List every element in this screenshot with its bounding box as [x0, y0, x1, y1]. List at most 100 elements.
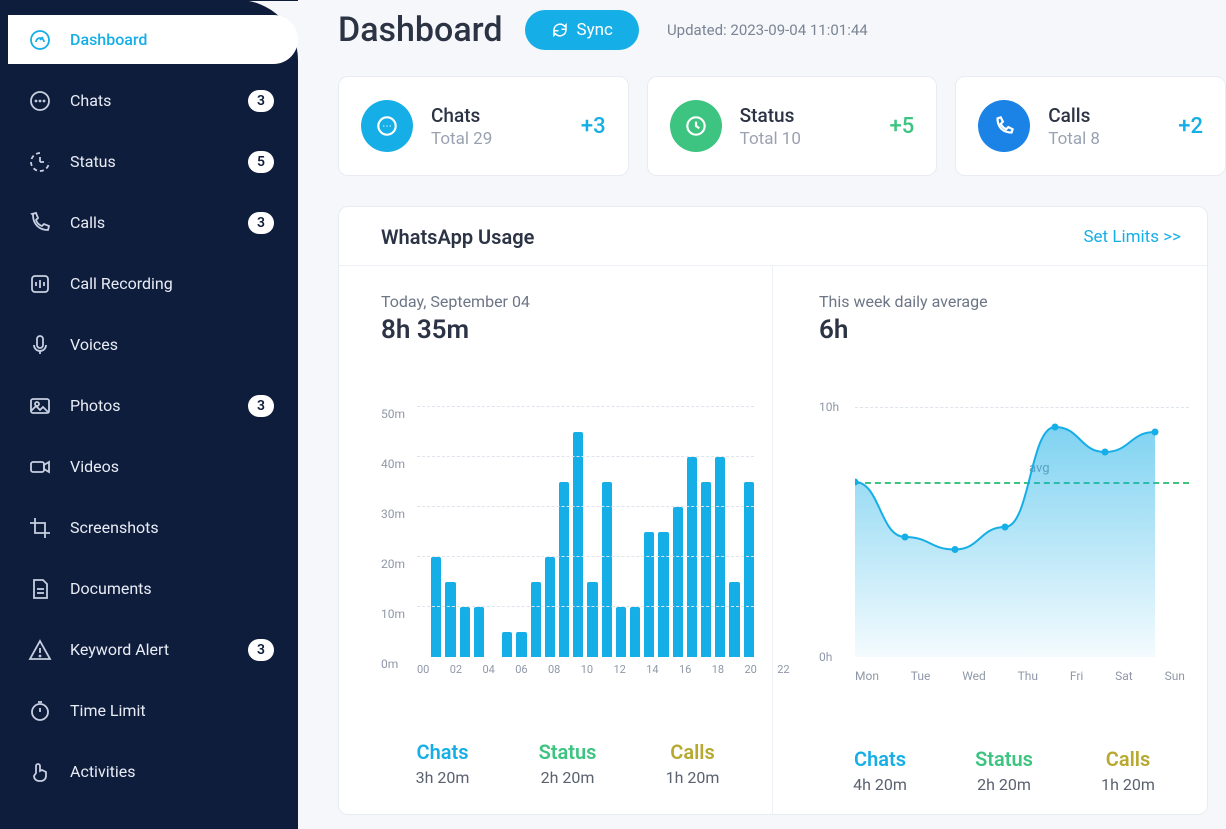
week-summaries: Chats4h 20mStatus2h 20mCalls1h 20m [819, 747, 1189, 794]
sidebar-item-label: Photos [70, 396, 121, 415]
bar [531, 582, 541, 657]
bar [744, 482, 754, 657]
sidebar-item-chats[interactable]: Chats 3 [0, 76, 298, 125]
bar [687, 457, 697, 657]
summary-item: Calls1h 20m [666, 740, 720, 787]
sidebar-item-activities[interactable]: Activities [0, 747, 298, 796]
ytick: 20m [381, 557, 405, 571]
summary-item: Status2h 20m [539, 740, 597, 787]
bar [616, 607, 626, 657]
sidebar-item-label: Calls [70, 213, 105, 232]
pointer-icon [28, 760, 52, 784]
video-icon [28, 455, 52, 479]
sidebar-item-screenshots[interactable]: Screenshots [0, 503, 298, 552]
weekly-area-chart: 10h 0h avg [819, 407, 1189, 663]
ytick: 40m [381, 457, 405, 471]
card-name: Status [740, 104, 801, 127]
sidebar-item-label: Time Limit [70, 701, 146, 720]
sidebar-item-label: Screenshots [70, 518, 159, 537]
card-chats[interactable]: Chats Total 29 +3 [338, 76, 629, 176]
bar [545, 557, 555, 657]
sidebar-badge: 5 [248, 151, 274, 173]
today-subtitle: Today, September 04 [381, 292, 754, 311]
bar [729, 582, 739, 657]
sidebar-item-label: Keyword Alert [70, 640, 169, 659]
card-delta: +3 [581, 114, 606, 139]
bar [673, 507, 683, 657]
ytick: 30m [381, 507, 405, 521]
bar [474, 607, 484, 657]
week-subtitle: This week daily average [819, 292, 1189, 311]
sidebar: Dashboard Chats 3 Status 5 Calls 3 Call … [0, 0, 298, 829]
sidebar-item-time-limit[interactable]: Time Limit [0, 686, 298, 735]
set-limits-link[interactable]: Set Limits >> [1083, 227, 1181, 247]
sync-icon [551, 21, 569, 39]
sidebar-badge: 3 [248, 639, 274, 661]
bar [460, 607, 470, 657]
card-status[interactable]: Status Total 10 +5 [647, 76, 938, 176]
week-x-labels: MonTueWedThuFriSatSun [819, 669, 1189, 683]
sidebar-badge: 3 [248, 212, 274, 234]
today-usage-column: Today, September 04 8h 35m 0m 10m 20m 30m 40… [339, 266, 773, 814]
card-name: Chats [431, 104, 492, 127]
sidebar-item-label: Chats [70, 91, 111, 110]
bar [701, 482, 711, 657]
card-name: Calls [1048, 104, 1100, 127]
ytick: 50m [381, 407, 405, 421]
sidebar-item-call-recording[interactable]: Call Recording [0, 259, 298, 308]
sidebar-item-label: Dashboard [70, 30, 147, 49]
ytick: 0m [381, 657, 398, 671]
chat-icon [28, 89, 52, 113]
sidebar-badge: 3 [248, 90, 274, 112]
today-summaries: Chats3h 20m Status2h 20m Calls1h 20m [381, 740, 754, 787]
sidebar-item-label: Status [70, 152, 116, 171]
sidebar-item-label: Videos [70, 457, 119, 476]
card-total: Total 29 [431, 129, 492, 149]
updated-timestamp: Updated: 2023-09-04 11:01:44 [667, 21, 868, 39]
sidebar-item-status[interactable]: Status 5 [0, 137, 298, 186]
sidebar-item-photos[interactable]: Photos 3 [0, 381, 298, 430]
crop-icon [28, 516, 52, 540]
bar [644, 532, 654, 657]
sync-button[interactable]: Sync [525, 10, 639, 50]
ytick-10h: 10h [819, 400, 839, 414]
bar [630, 607, 640, 657]
bar [573, 432, 583, 657]
summary-item: Chats3h 20m [416, 740, 470, 787]
stat-cards-row: Chats Total 29 +3 Status Total 10 +5 Cal… [338, 76, 1226, 176]
sidebar-item-label: Voices [70, 335, 118, 354]
weekly-usage-column: This week daily average 6h 10h 0h avg Mo [773, 266, 1207, 814]
document-icon [28, 577, 52, 601]
sidebar-item-label: Documents [70, 579, 152, 598]
bar [587, 582, 597, 657]
phone-icon [28, 211, 52, 235]
summary-item: Status2h 20m [975, 747, 1033, 794]
page-header: Dashboard Sync Updated: 2023-09-04 11:01… [338, 6, 1226, 50]
bar [502, 632, 512, 657]
sidebar-item-calls[interactable]: Calls 3 [0, 198, 298, 247]
alert-icon [28, 638, 52, 662]
card-calls[interactable]: Calls Total 8 +2 [955, 76, 1226, 176]
today-total: 8h 35m [381, 315, 754, 345]
hourly-bar-chart: 0m10m20m30m40m50m 0001020304050607080910… [381, 407, 754, 676]
status-circle-icon [670, 100, 722, 152]
status-icon [28, 150, 52, 174]
ytick: 10m [381, 607, 405, 621]
bar [658, 532, 668, 657]
bar [602, 482, 612, 657]
bar [559, 482, 569, 657]
sidebar-item-keyword-alert[interactable]: Keyword Alert 3 [0, 625, 298, 674]
usage-panel-title: WhatsApp Usage [381, 225, 534, 249]
sidebar-item-label: Activities [70, 762, 135, 781]
sidebar-item-videos[interactable]: Videos [0, 442, 298, 491]
usage-panel: WhatsApp Usage Set Limits >> Today, Sept… [338, 206, 1208, 815]
usage-panel-header: WhatsApp Usage Set Limits >> [339, 207, 1207, 266]
chat-bubble-icon [361, 100, 413, 152]
main-content: Dashboard Sync Updated: 2023-09-04 11:01… [298, 0, 1226, 829]
sidebar-item-dashboard[interactable]: Dashboard [8, 15, 298, 64]
sidebar-item-documents[interactable]: Documents [0, 564, 298, 613]
sidebar-item-voices[interactable]: Voices [0, 320, 298, 369]
sidebar-badge: 3 [248, 395, 274, 417]
sidebar-item-label: Call Recording [70, 274, 173, 293]
card-total: Total 10 [740, 129, 801, 149]
